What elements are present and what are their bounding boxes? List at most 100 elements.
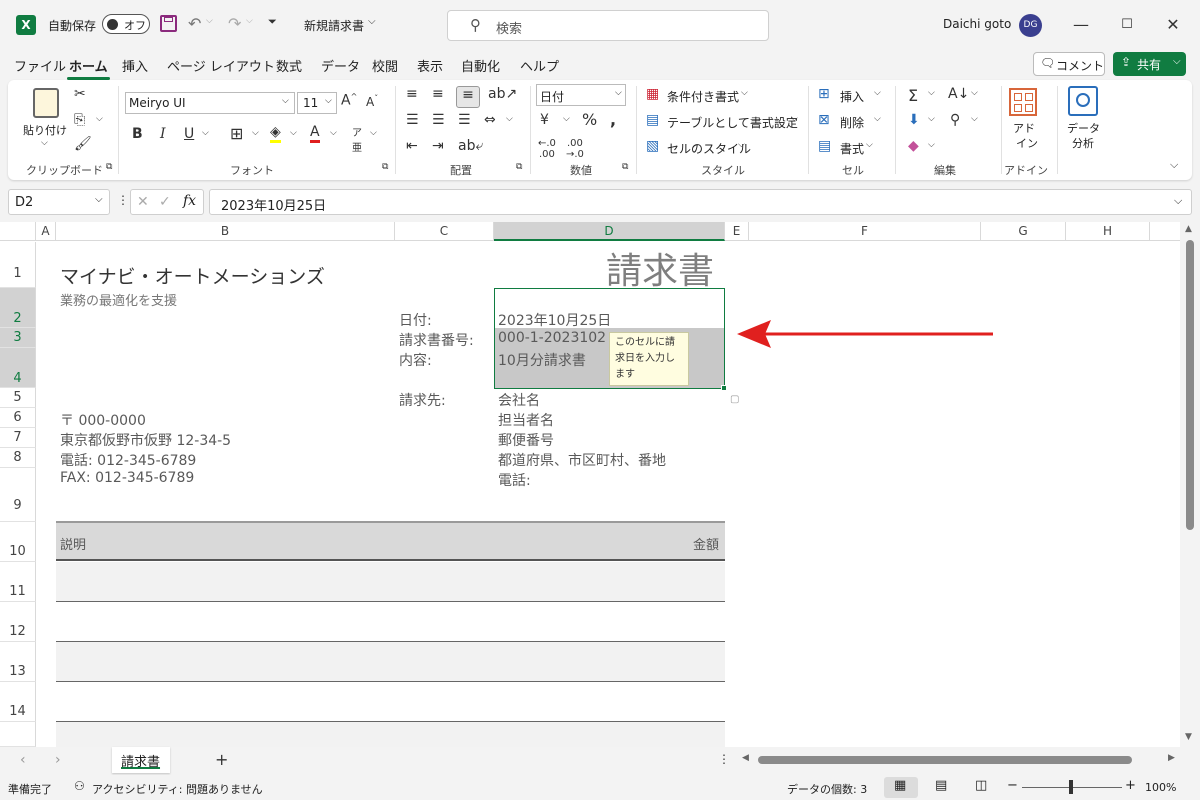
fill-icon[interactable]: ⬇ xyxy=(908,112,920,128)
sheet-tab-active[interactable]: 請求書 xyxy=(112,747,170,773)
date-label[interactable]: 日付: xyxy=(399,310,432,330)
bill-to-phone[interactable]: 電話: xyxy=(498,470,531,490)
phonetic-icon[interactable]: ア亜 xyxy=(352,124,362,154)
scroll-down-icon[interactable]: ▼ xyxy=(1185,732,1192,742)
decrease-indent-icon[interactable]: ⇤ xyxy=(406,138,418,154)
copy-chevron-icon[interactable]: ⌵ xyxy=(96,114,103,124)
company-name[interactable]: マイナビ・オートメーションズ xyxy=(60,262,325,289)
font-launcher-icon[interactable]: ⧉ xyxy=(382,162,388,172)
merge-center-icon[interactable]: ⇔ xyxy=(484,112,496,128)
analyze-label-1[interactable]: データ xyxy=(1067,120,1100,136)
currency-icon[interactable]: ¥ xyxy=(540,112,549,128)
align-middle-icon[interactable]: ≡ xyxy=(432,86,444,102)
align-bottom-icon[interactable]: ≡ xyxy=(456,86,480,108)
column-header-b[interactable]: B xyxy=(56,222,395,241)
invoice-number-label[interactable]: 請求書番号: xyxy=(399,330,474,350)
bold-button[interactable]: B xyxy=(132,126,143,142)
align-top-icon[interactable]: ≡ xyxy=(406,86,418,102)
insert-function-icon[interactable]: fx xyxy=(183,193,196,209)
delete-cells-icon[interactable]: ⊠ xyxy=(818,112,830,128)
fill-down-chevron-icon[interactable]: ⌵ xyxy=(928,114,935,124)
bill-to-label[interactable]: 請求先: xyxy=(399,390,446,410)
column-header-g[interactable]: G xyxy=(981,222,1066,241)
column-header-d[interactable]: D xyxy=(494,222,725,241)
delete-chevron-icon[interactable]: ⌵ xyxy=(874,114,881,124)
confirm-entry-icon[interactable]: ✓ xyxy=(159,194,171,210)
tab-view[interactable]: 表示 xyxy=(415,56,445,75)
column-header-f[interactable]: F xyxy=(749,222,981,241)
tab-page-layout[interactable]: ページ レイアウト xyxy=(165,56,277,75)
paste-label[interactable]: 貼り付け xyxy=(23,122,67,138)
conditional-chevron-icon[interactable]: ⌵ xyxy=(741,88,748,98)
align-center-icon[interactable]: ☰ xyxy=(432,112,445,128)
number-format-select[interactable]: 日付 ⌵ xyxy=(536,84,626,106)
title-chevron-icon[interactable]: ⌵ xyxy=(368,16,376,27)
paste-options-icon[interactable]: ▢ xyxy=(730,394,739,405)
comma-icon[interactable]: , xyxy=(610,110,616,129)
next-sheet-icon[interactable]: › xyxy=(55,752,61,768)
sort-filter-icon[interactable]: A↓ xyxy=(948,86,969,102)
table-row[interactable] xyxy=(56,562,725,602)
bill-to-company[interactable]: 会社名 xyxy=(498,390,540,410)
border-icon[interactable]: ⊞ xyxy=(230,124,243,143)
zoom-slider-thumb[interactable] xyxy=(1069,780,1073,794)
row-header-1[interactable]: 1 xyxy=(0,242,36,288)
page-break-view-icon[interactable]: ◫ xyxy=(975,778,987,793)
table-description-header[interactable]: 説明 xyxy=(60,534,86,553)
bill-to-contact[interactable]: 担当者名 xyxy=(498,410,554,430)
column-header-a[interactable]: A xyxy=(36,222,56,241)
document-title[interactable]: 新規請求書 xyxy=(304,17,364,34)
vertical-scrollbar[interactable]: ▲ ▼ xyxy=(1180,222,1200,747)
row-header-13[interactable]: 13 xyxy=(0,642,36,682)
row-header-7[interactable]: 7 xyxy=(0,428,36,448)
name-box[interactable]: D2 ⌵ xyxy=(8,189,110,215)
format-chevron-icon[interactable]: ⌵ xyxy=(866,140,873,150)
bill-to-address[interactable]: 都道府県、市区町村、番地 xyxy=(498,450,666,470)
increase-decimal-icon[interactable]: ←.0.00 xyxy=(538,138,556,160)
paste-icon[interactable] xyxy=(33,88,59,118)
maximize-icon[interactable]: ☐ xyxy=(1104,10,1150,40)
table-row[interactable] xyxy=(56,642,725,682)
addins-icon[interactable] xyxy=(1009,88,1037,116)
table-row[interactable] xyxy=(56,682,725,722)
user-name[interactable]: Daichi goto xyxy=(943,17,1011,31)
page-layout-view-icon[interactable]: ▤ xyxy=(935,778,947,793)
format-as-table-button[interactable]: テーブルとして書式設定 xyxy=(667,114,798,131)
align-right-icon[interactable]: ☰ xyxy=(458,112,471,128)
more-options-icon[interactable]: ⋮ xyxy=(117,193,129,207)
horizontal-scrollbar[interactable]: ◀ ▶ xyxy=(742,753,1180,767)
add-sheet-button[interactable]: + xyxy=(215,750,228,769)
row-header-2[interactable]: 2 xyxy=(0,288,36,328)
row-header-8[interactable]: 8 xyxy=(0,448,36,468)
table-amount-header[interactable]: 金額 xyxy=(693,534,719,553)
find-chevron-icon[interactable]: ⌵ xyxy=(971,114,978,124)
insert-cells-icon[interactable]: ⊞ xyxy=(818,86,830,102)
underline-button[interactable]: U xyxy=(184,126,194,142)
row-header-5[interactable]: 5 xyxy=(0,388,36,408)
tab-help[interactable]: ヘルプ xyxy=(518,56,561,75)
addins-label-2[interactable]: イン xyxy=(1016,135,1038,151)
formula-input[interactable]: 2023年10月25日 ⌵ xyxy=(209,189,1192,215)
font-size-select[interactable]: 11 ⌵ xyxy=(297,92,337,114)
scroll-left-icon[interactable]: ◀ xyxy=(742,753,749,763)
align-left-icon[interactable]: ☰ xyxy=(406,112,419,128)
row-header-9[interactable]: 9 xyxy=(0,468,36,522)
row-header-3[interactable]: 3 xyxy=(0,328,36,348)
merge-chevron-icon[interactable]: ⌵ xyxy=(506,114,513,124)
cell-styles-icon[interactable]: ▧ xyxy=(646,138,659,154)
bill-to-postal[interactable]: 郵便番号 xyxy=(498,430,554,450)
increase-indent-icon[interactable]: ⇥ xyxy=(432,138,444,154)
tab-review[interactable]: 校閲 xyxy=(370,56,400,75)
fill-color-icon[interactable]: ◈ xyxy=(270,124,281,143)
zoom-out-icon[interactable]: − xyxy=(1007,778,1018,793)
redo-dropdown-icon[interactable]: ⌵ xyxy=(246,16,253,26)
conditional-format-button[interactable]: 条件付き書式 xyxy=(667,88,739,105)
autosave-toggle[interactable]: オフ xyxy=(102,14,150,34)
zoom-in-icon[interactable]: + xyxy=(1125,778,1136,793)
cell-styles-chevron-icon[interactable]: ⌵ xyxy=(738,140,745,150)
fill-handle[interactable] xyxy=(721,385,727,391)
analyze-label-2[interactable]: 分析 xyxy=(1072,135,1094,151)
paste-chevron-icon[interactable]: ⌵ xyxy=(41,138,48,148)
autosum-icon[interactable]: Σ xyxy=(908,86,918,105)
autosum-chevron-icon[interactable]: ⌵ xyxy=(928,88,935,98)
